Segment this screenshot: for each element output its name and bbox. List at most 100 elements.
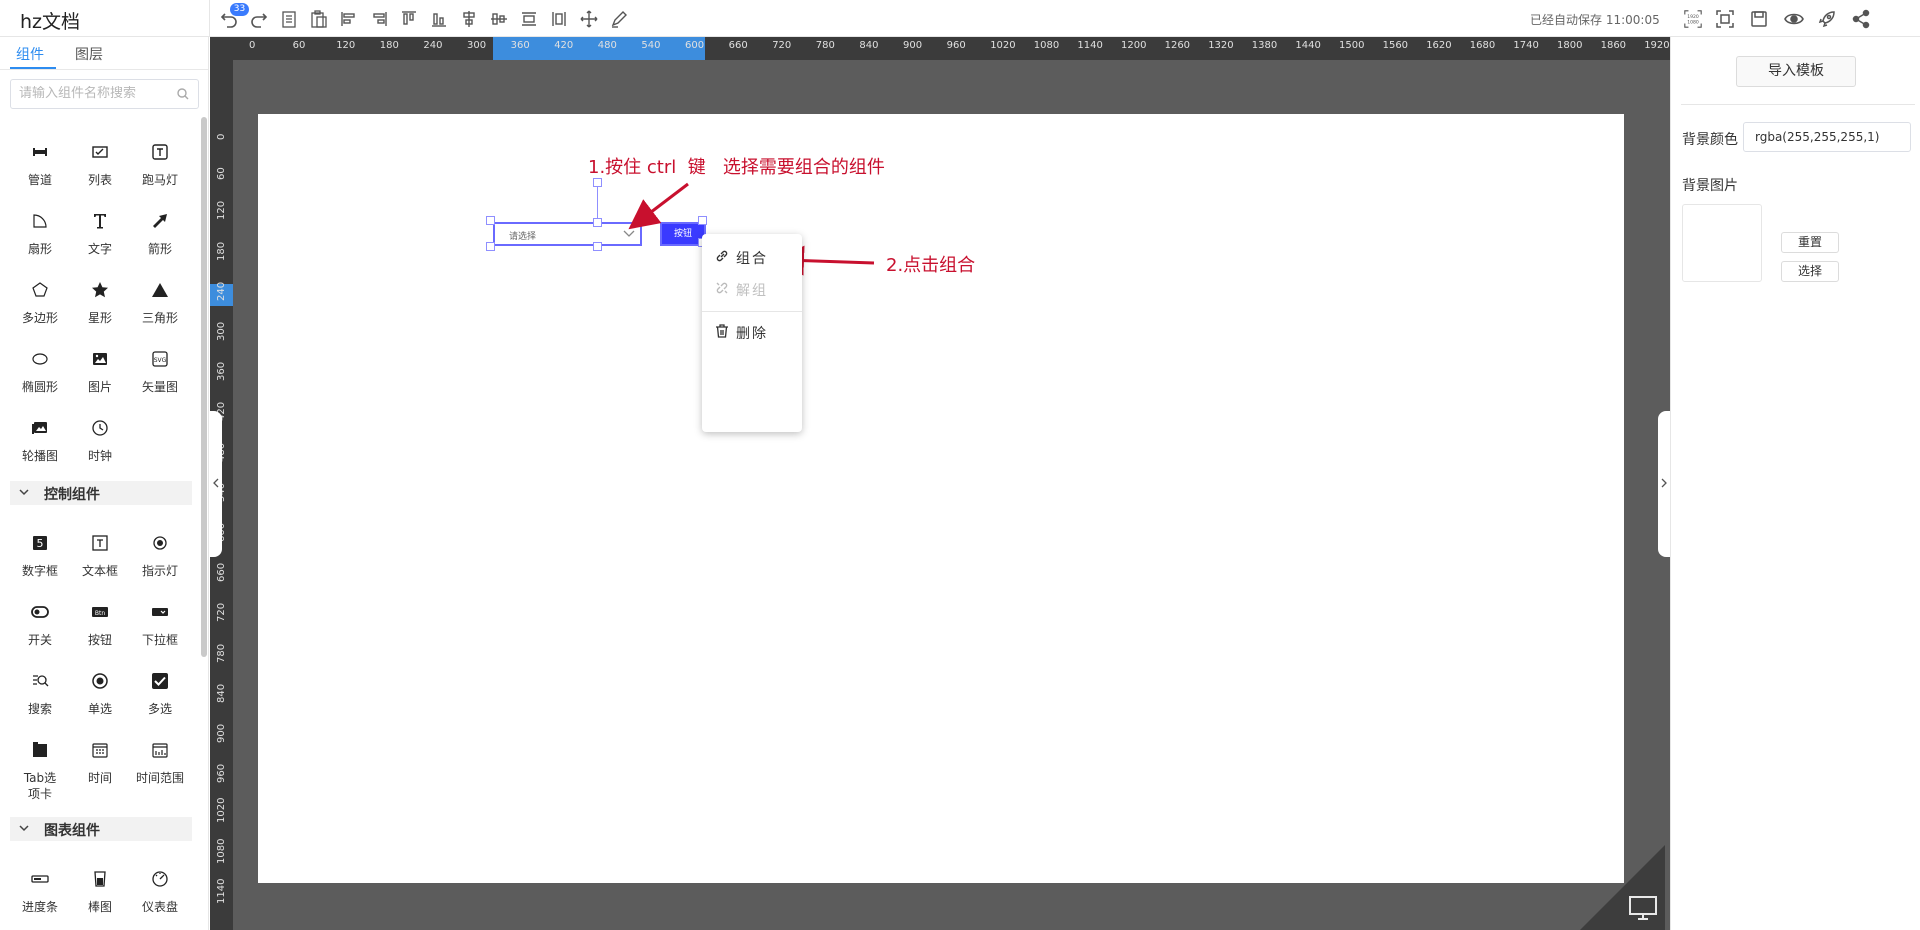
- menu-label: 删除: [736, 326, 768, 342]
- component-label: 下拉框: [141, 633, 178, 647]
- select-component[interactable]: 请选择: [493, 222, 642, 246]
- monitor-icon[interactable]: [1628, 895, 1658, 921]
- component-time-range[interactable]: 时间范围: [130, 740, 190, 800]
- component-tab[interactable]: Tab选项卡: [10, 740, 70, 801]
- select-image-button[interactable]: 选择: [1781, 261, 1839, 282]
- reset-button[interactable]: 重置: [1781, 232, 1839, 253]
- tab-layers[interactable]: 图层: [75, 44, 103, 64]
- undo-count-badge: 33: [230, 3, 249, 16]
- section-control-components[interactable]: 控制组件: [10, 481, 192, 505]
- redo-icon[interactable]: [248, 8, 270, 30]
- rotate-line: [597, 186, 598, 218]
- component-number-box[interactable]: 5 数字框: [10, 533, 70, 593]
- resize-handle[interactable]: [698, 216, 707, 225]
- component-indicator[interactable]: 指示灯: [130, 533, 190, 593]
- gauge-icon: [150, 869, 170, 889]
- component-clock[interactable]: 时钟: [70, 418, 130, 478]
- component-gauge[interactable]: 仪表盘: [130, 869, 190, 929]
- menu-item-ungroup[interactable]: 解组: [714, 278, 794, 300]
- ruler-tick-label: 1560: [1382, 40, 1409, 51]
- component-label: 多边形: [21, 311, 58, 325]
- trash-icon: [716, 324, 728, 338]
- distribute-v-icon[interactable]: [548, 8, 570, 30]
- pipe-icon: [30, 142, 50, 162]
- component-time[interactable]: 时间: [70, 740, 130, 800]
- component-pipe[interactable]: 管道: [10, 142, 70, 202]
- chevron-left-icon: [213, 478, 219, 488]
- component-search[interactable]: 搜索: [10, 671, 70, 731]
- component-list[interactable]: 列表: [70, 142, 130, 202]
- section-title: 图表组件: [44, 823, 100, 839]
- bg-color-input[interactable]: rgba(255,255,255,1): [1743, 122, 1911, 152]
- component-vector[interactable]: SVG 矢量图: [130, 349, 190, 409]
- search-icon[interactable]: [176, 87, 190, 101]
- component-text[interactable]: 文字: [70, 211, 130, 271]
- resolution-icon[interactable]: 1920 1080: [1682, 8, 1704, 30]
- fullscreen-icon[interactable]: [1714, 8, 1736, 30]
- paste-icon[interactable]: [308, 8, 330, 30]
- component-switch[interactable]: 开关: [10, 602, 70, 662]
- search-input[interactable]: [19, 86, 179, 101]
- share-icon[interactable]: [1850, 8, 1872, 30]
- resize-handle[interactable]: [593, 242, 602, 251]
- align-top-icon[interactable]: [398, 8, 420, 30]
- save-icon[interactable]: [1748, 8, 1770, 30]
- resize-handle[interactable]: [593, 218, 602, 227]
- component-marquee[interactable]: 跑马灯: [130, 142, 190, 202]
- section-chart-components[interactable]: 图表组件: [10, 817, 192, 841]
- move-icon[interactable]: [578, 8, 600, 30]
- resize-handle[interactable]: [486, 242, 495, 251]
- marquee-icon: [150, 142, 170, 162]
- component-radio[interactable]: 单选: [70, 671, 130, 731]
- align-center-h-icon[interactable]: [488, 8, 510, 30]
- collapse-right-handle[interactable]: [1658, 411, 1670, 557]
- component-dropdown[interactable]: 下拉框: [130, 602, 190, 662]
- component-carousel[interactable]: 轮播图: [10, 418, 70, 478]
- vector-icon: SVG: [150, 349, 170, 369]
- ruler-tick-label: 180: [216, 241, 227, 261]
- copy-icon[interactable]: [278, 8, 300, 30]
- collapse-left-handle[interactable]: [210, 411, 222, 557]
- import-template-button[interactable]: 导入模板: [1736, 56, 1856, 87]
- bg-image-label: 背景图片: [1682, 178, 1738, 194]
- component-arrow[interactable]: 箭形: [130, 211, 190, 271]
- ruler-tick-label: 120: [336, 40, 356, 51]
- ruler-tick-label: 1320: [1208, 40, 1234, 51]
- align-right-icon[interactable]: [368, 8, 390, 30]
- bg-image-preview[interactable]: [1682, 204, 1762, 282]
- edit-icon[interactable]: [608, 8, 630, 30]
- component-star[interactable]: 星形: [70, 280, 130, 340]
- chevron-down-icon: [623, 230, 635, 237]
- component-sector[interactable]: 扇形: [10, 211, 70, 271]
- component-polygon[interactable]: 多边形: [10, 280, 70, 340]
- carousel-icon: [30, 418, 50, 438]
- chevron-down-icon: [19, 825, 29, 832]
- align-bottom-icon[interactable]: [428, 8, 450, 30]
- panel-scrollbar[interactable]: [201, 117, 207, 657]
- component-label: 进度条: [21, 900, 58, 914]
- active-tab-indicator: [10, 67, 56, 69]
- time-range-icon: [150, 740, 170, 760]
- preview-icon[interactable]: [1783, 8, 1805, 30]
- align-center-v-icon[interactable]: [458, 8, 480, 30]
- distribute-h-icon[interactable]: [518, 8, 540, 30]
- ruler-tick-label: 1380: [1251, 40, 1278, 51]
- component-bar-gauge[interactable]: 棒图: [70, 869, 130, 929]
- component-checkbox[interactable]: 多选: [130, 671, 190, 731]
- button-icon: Btn: [90, 602, 110, 622]
- component-progress[interactable]: 进度条: [10, 869, 70, 929]
- component-image[interactable]: 图片: [70, 349, 130, 409]
- tab-components[interactable]: 组件: [16, 44, 44, 64]
- align-left-icon[interactable]: [338, 8, 360, 30]
- component-ellipse[interactable]: 椭圆形: [10, 349, 70, 409]
- component-text-box[interactable]: 文本框: [70, 533, 130, 593]
- component-button[interactable]: Btn 按钮: [70, 602, 130, 662]
- component-label: 数字框: [21, 564, 58, 578]
- ruler-tick-label: 1200: [1121, 40, 1147, 51]
- resize-handle[interactable]: [486, 216, 495, 225]
- design-page[interactable]: [258, 114, 1624, 883]
- component-triangle[interactable]: 三角形: [130, 280, 190, 340]
- menu-item-delete[interactable]: 删除: [714, 321, 794, 343]
- publish-icon[interactable]: [1816, 8, 1838, 30]
- menu-item-group[interactable]: 组合: [714, 246, 794, 268]
